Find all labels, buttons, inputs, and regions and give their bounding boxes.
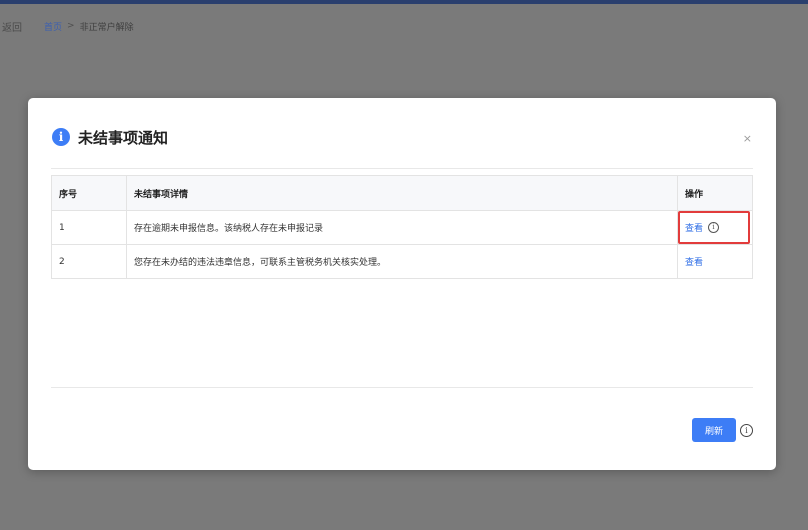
row-number: 2 xyxy=(51,244,127,279)
breadcrumb-home[interactable]: 首页 xyxy=(44,20,62,33)
column-header-operation: 操作 xyxy=(677,175,753,211)
refresh-button[interactable]: 刷新 xyxy=(692,418,736,442)
breadcrumb: 返回 首页 > 非正常户解除 xyxy=(0,18,134,34)
column-header-no: 序号 xyxy=(51,175,127,211)
breadcrumb-separator: > xyxy=(67,21,75,31)
breadcrumb-current: 非正常户解除 xyxy=(79,22,134,33)
row-operation: 查看 xyxy=(677,244,753,279)
back-link[interactable]: 返回 xyxy=(2,19,22,34)
pending-items-dialog: i 未结事项通知 × 序号 未结事项详情 操作 1 存在逾期未申报信息。该纳税人… xyxy=(28,98,776,470)
row-number: 1 xyxy=(51,210,127,245)
info-circle-icon[interactable]: i xyxy=(708,222,720,233)
row-detail: 存在逾期未申报信息。该纳税人存在未申报记录 xyxy=(126,210,678,245)
close-button[interactable]: × xyxy=(743,132,752,145)
table-row: 2 您存在未办结的违法违章信息，可联系主管税务机关核实处理。 查看 xyxy=(51,244,753,279)
pending-items-table: 序号 未结事项详情 操作 1 存在逾期未申报信息。该纳税人存在未申报记录 查看 … xyxy=(51,175,753,279)
row-detail: 您存在未办结的违法违章信息，可联系主管税务机关核实处理。 xyxy=(126,244,678,279)
dialog-title: 未结事项通知 xyxy=(78,128,169,147)
table-header-row: 序号 未结事项详情 操作 xyxy=(51,175,753,211)
dialog-header: i 未结事项通知 xyxy=(52,126,752,148)
view-link[interactable]: 查看 xyxy=(685,221,703,234)
column-header-detail: 未结事项详情 xyxy=(126,175,678,211)
info-icon: i xyxy=(52,128,70,146)
header-divider xyxy=(51,168,753,169)
view-link[interactable]: 查看 xyxy=(685,258,703,268)
table-row: 1 存在逾期未申报信息。该纳税人存在未申报记录 查看 i xyxy=(51,210,753,245)
footer-divider xyxy=(51,387,753,388)
top-nav-bar xyxy=(0,0,808,4)
info-circle-icon[interactable]: i xyxy=(740,424,753,437)
row-operation: 查看 i xyxy=(677,210,753,245)
